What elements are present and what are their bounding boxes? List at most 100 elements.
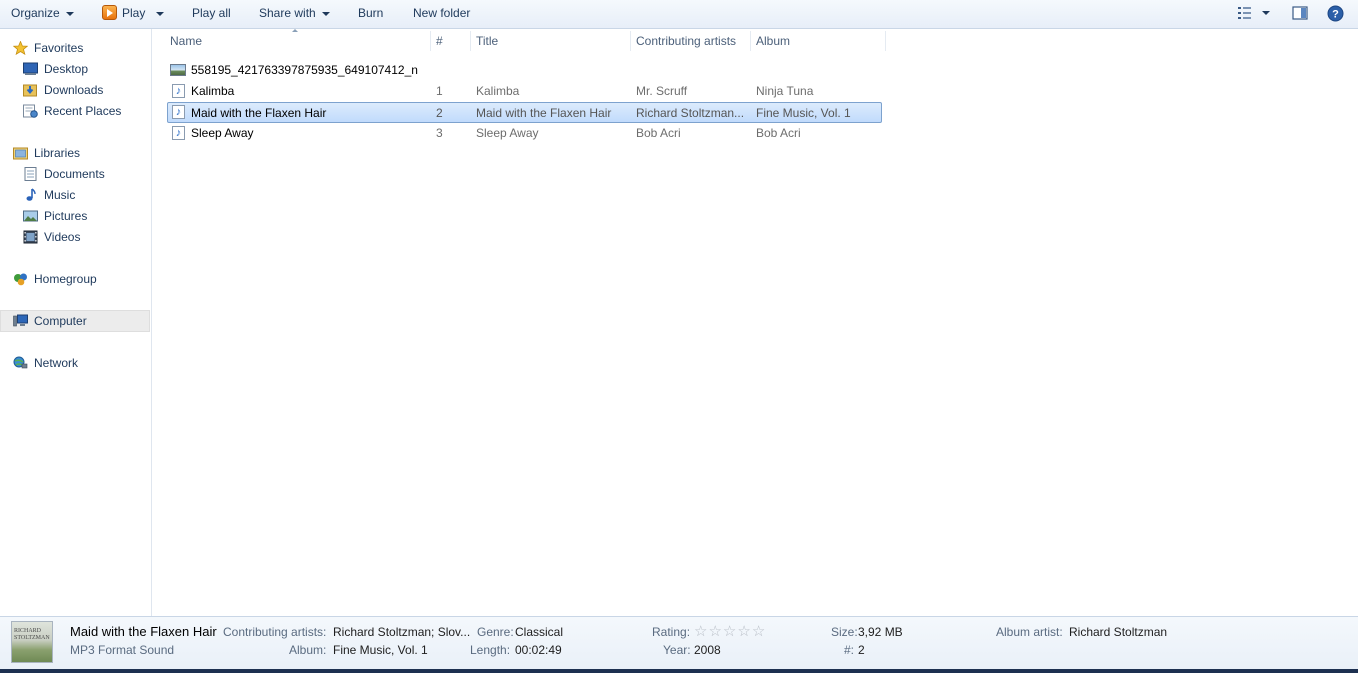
column-divider[interactable] <box>885 31 886 51</box>
nav-music-label: Music <box>44 188 76 202</box>
chevron-down-icon <box>156 11 165 16</box>
rating-stars[interactable]: ☆☆☆☆☆ <box>694 622 766 640</box>
column-header-name[interactable]: Name <box>170 29 202 53</box>
music-note-icon <box>26 188 36 201</box>
artists-value[interactable]: Richard Stoltzman; Slov... <box>333 625 470 639</box>
track-title: Kalimba <box>476 84 520 98</box>
nav-pictures-label: Pictures <box>44 209 88 223</box>
nav-network[interactable]: Network <box>0 353 151 374</box>
details-title: Maid with the Flaxen Hair <box>70 624 217 639</box>
nav-computer-label: Computer <box>34 314 87 328</box>
column-header-number[interactable]: # <box>436 29 443 53</box>
taskbar-edge <box>0 669 1358 673</box>
nav-videos-label: Videos <box>44 230 81 244</box>
album-label: Album: <box>289 643 327 657</box>
track-album: Ninja Tuna <box>756 84 814 98</box>
nav-libraries-label: Libraries <box>34 146 81 160</box>
nav-documents-label: Documents <box>44 167 105 181</box>
column-divider[interactable] <box>470 31 471 51</box>
navigation-pane: Favorites Desktop Downloads Recent Place… <box>0 29 152 616</box>
nav-videos[interactable]: Videos <box>0 227 151 248</box>
help-icon[interactable]: ? <box>1327 5 1344 22</box>
star-icon[interactable]: ☆ <box>694 623 708 640</box>
file-list: Name # Title Contributing artists Album … <box>152 29 1358 616</box>
year-label: Year: <box>663 643 691 657</box>
nav-downloads[interactable]: Downloads <box>0 80 151 101</box>
track-title: Sleep Away <box>476 126 539 140</box>
nav-pictures[interactable]: Pictures <box>0 206 151 227</box>
file-name: Maid with the Flaxen Hair <box>191 106 327 120</box>
artists-label: Contributing artists: <box>223 625 327 639</box>
nav-computer[interactable]: Computer <box>0 310 150 332</box>
track-title: Maid with the Flaxen Hair <box>476 106 612 120</box>
track-number-label: #: <box>844 643 855 657</box>
star-icon[interactable]: ☆ <box>708 623 722 640</box>
track-number: 2 <box>436 106 443 120</box>
star-icon[interactable]: ☆ <box>752 623 766 640</box>
share-with-label: Share with <box>259 6 316 20</box>
preview-pane-icon[interactable] <box>1292 5 1308 21</box>
play-label: Play <box>122 6 146 20</box>
nav-downloads-label: Downloads <box>44 83 104 97</box>
table-row[interactable]: 558195_421763397875935_649107412_n <box>167 60 882 81</box>
command-bar: Organize Play Play all Share with Burn N… <box>0 0 1358 29</box>
table-row[interactable]: ♪ Kalimba 1 Kalimba Mr. Scruff Ninja Tun… <box>167 81 882 102</box>
length-value: 00:02:49 <box>515 643 562 657</box>
share-with-button[interactable]: Share with <box>259 0 330 26</box>
nav-documents[interactable]: Documents <box>0 164 151 185</box>
image-file-icon <box>170 64 186 76</box>
nav-recent-places[interactable]: Recent Places <box>0 101 151 122</box>
play-all-label: Play all <box>192 6 231 20</box>
column-header-album[interactable]: Album <box>756 29 790 53</box>
nav-favorites[interactable]: Favorites <box>0 38 151 59</box>
recent-places-icon <box>23 104 38 118</box>
organize-button[interactable]: Organize <box>11 0 74 26</box>
year-value[interactable]: 2008 <box>694 643 721 657</box>
view-options-icon[interactable] <box>1237 5 1253 21</box>
new-folder-label: New folder <box>413 6 471 20</box>
nav-homegroup-label: Homegroup <box>34 272 97 286</box>
play-all-button[interactable]: Play all <box>192 0 231 26</box>
new-folder-button[interactable]: New folder <box>413 0 470 26</box>
nav-music[interactable]: Music <box>0 185 151 206</box>
details-file-type: MP3 Format Sound <box>70 643 175 657</box>
burn-button[interactable]: Burn <box>358 0 383 26</box>
documents-icon <box>24 167 37 181</box>
table-row-selected[interactable]: ♪ Maid with the Flaxen Hair 2 Maid with … <box>167 102 882 123</box>
size-label: Size: <box>831 625 858 639</box>
track-number-value[interactable]: 2 <box>858 643 865 657</box>
column-title-label: Title <box>476 34 499 48</box>
column-name-label: Name <box>170 34 203 48</box>
audio-file-icon: ♪ <box>172 126 185 140</box>
track-artists: Mr. Scruff <box>636 84 688 98</box>
details-pane: RICHARD STOLTZMAN Maid with the Flaxen H… <box>0 616 1358 670</box>
rating-label: Rating: <box>652 625 691 639</box>
nav-homegroup[interactable]: Homegroup <box>0 269 151 290</box>
column-header-artists[interactable]: Contributing artists <box>636 29 736 53</box>
album-art-thumbnail: RICHARD STOLTZMAN <box>11 621 53 663</box>
nav-desktop[interactable]: Desktop <box>0 59 151 80</box>
table-row[interactable]: ♪ Sleep Away 3 Sleep Away Bob Acri Bob A… <box>167 123 882 144</box>
column-header-title[interactable]: Title <box>476 29 498 53</box>
nav-libraries[interactable]: Libraries <box>0 143 151 164</box>
play-button[interactable]: Play <box>122 0 165 26</box>
column-artists-label: Contributing artists <box>636 34 737 48</box>
view-dropdown-icon[interactable] <box>1262 11 1270 15</box>
column-divider[interactable] <box>430 31 431 51</box>
column-divider[interactable] <box>750 31 751 51</box>
network-icon <box>13 356 28 369</box>
album-artist-value[interactable]: Richard Stoltzman <box>1069 625 1167 639</box>
album-art-text: RICHARD STOLTZMAN <box>14 628 50 641</box>
column-divider[interactable] <box>630 31 631 51</box>
audio-file-icon: ♪ <box>172 105 185 119</box>
genre-label: Genre: <box>477 625 514 639</box>
nav-network-label: Network <box>34 356 79 370</box>
chevron-down-icon <box>321 11 330 16</box>
homegroup-icon <box>14 273 27 286</box>
star-icon[interactable]: ☆ <box>723 623 737 640</box>
star-icon[interactable]: ☆ <box>737 623 751 640</box>
genre-value[interactable]: Classical <box>515 625 563 639</box>
album-value[interactable]: Fine Music, Vol. 1 <box>333 643 428 657</box>
file-name: Kalimba <box>191 84 235 98</box>
track-number: 3 <box>436 126 443 140</box>
